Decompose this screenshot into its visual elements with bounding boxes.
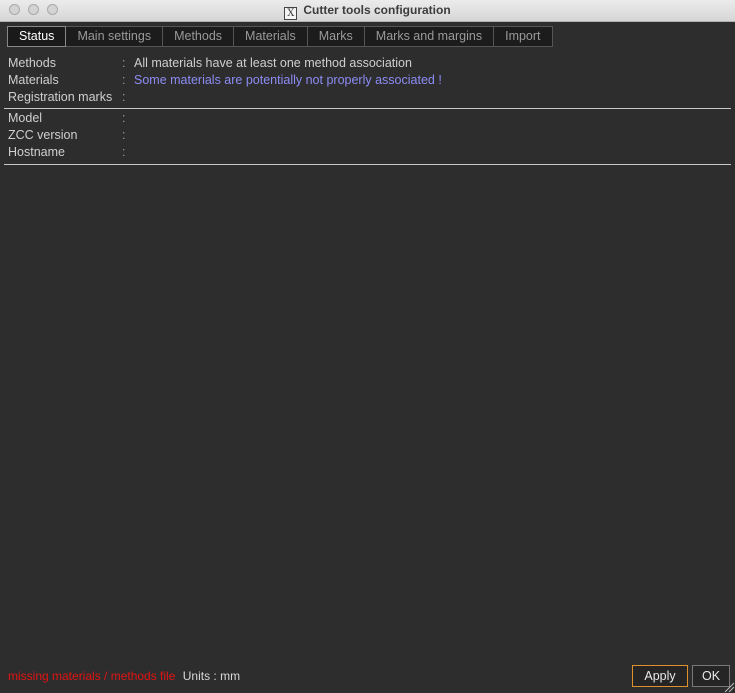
registration-marks-label: Registration marks xyxy=(8,90,113,104)
model-colon: : xyxy=(122,111,126,125)
zcc-version-label: ZCC version xyxy=(8,128,78,142)
status-row-materials: Materials : Some materials are potential… xyxy=(8,72,708,89)
tab-status[interactable]: Status xyxy=(7,26,67,47)
methods-colon: : xyxy=(122,56,126,70)
status-divider-bottom xyxy=(4,164,731,165)
registration-marks-colon: : xyxy=(122,90,126,104)
model-label: Model xyxy=(8,111,43,125)
tab-marks-and-margins[interactable]: Marks and margins xyxy=(364,26,495,47)
hostname-colon: : xyxy=(122,145,126,159)
methods-label: Methods xyxy=(8,56,56,70)
tab-marks[interactable]: Marks xyxy=(307,26,365,47)
hostname-label: Hostname xyxy=(8,145,65,159)
methods-value: All materials have at least one method a… xyxy=(134,56,412,70)
status-footer: missing materials / methods file Units :… xyxy=(8,668,240,684)
cutter-config-window: X Cutter tools configuration Status Main … xyxy=(0,0,735,693)
window-title: Cutter tools configuration xyxy=(303,3,451,17)
zcc-version-colon: : xyxy=(122,128,126,142)
materials-value: Some materials are potentially not prope… xyxy=(134,73,442,87)
tab-materials[interactable]: Materials xyxy=(234,26,308,47)
window-title-area: X Cutter tools configuration xyxy=(0,2,735,20)
status-row-methods: Methods : All materials have at least on… xyxy=(8,55,708,72)
tab-bar: Status Main settings Methods Materials M… xyxy=(7,26,553,47)
x11-app-icon: X xyxy=(284,7,298,20)
status-divider-top xyxy=(4,108,731,109)
units-indicator: Units : mm xyxy=(182,669,241,683)
tab-methods[interactable]: Methods xyxy=(163,26,235,47)
missing-file-warning: missing materials / methods file xyxy=(8,669,176,683)
status-row-hostname: Hostname : xyxy=(8,144,708,161)
status-row-registration-marks: Registration marks : xyxy=(8,89,708,106)
status-panel: Methods : All materials have at least on… xyxy=(8,55,728,165)
materials-label: Materials xyxy=(8,73,59,87)
tab-main-settings[interactable]: Main settings xyxy=(66,26,164,47)
title-bar[interactable]: X Cutter tools configuration xyxy=(0,0,735,22)
apply-button[interactable]: Apply xyxy=(632,665,688,687)
materials-colon: : xyxy=(122,73,126,87)
status-row-model: Model : xyxy=(8,110,708,127)
resize-grip-icon[interactable] xyxy=(723,681,735,693)
status-row-zcc-version: ZCC version : xyxy=(8,127,708,144)
tab-import[interactable]: Import xyxy=(494,26,553,47)
